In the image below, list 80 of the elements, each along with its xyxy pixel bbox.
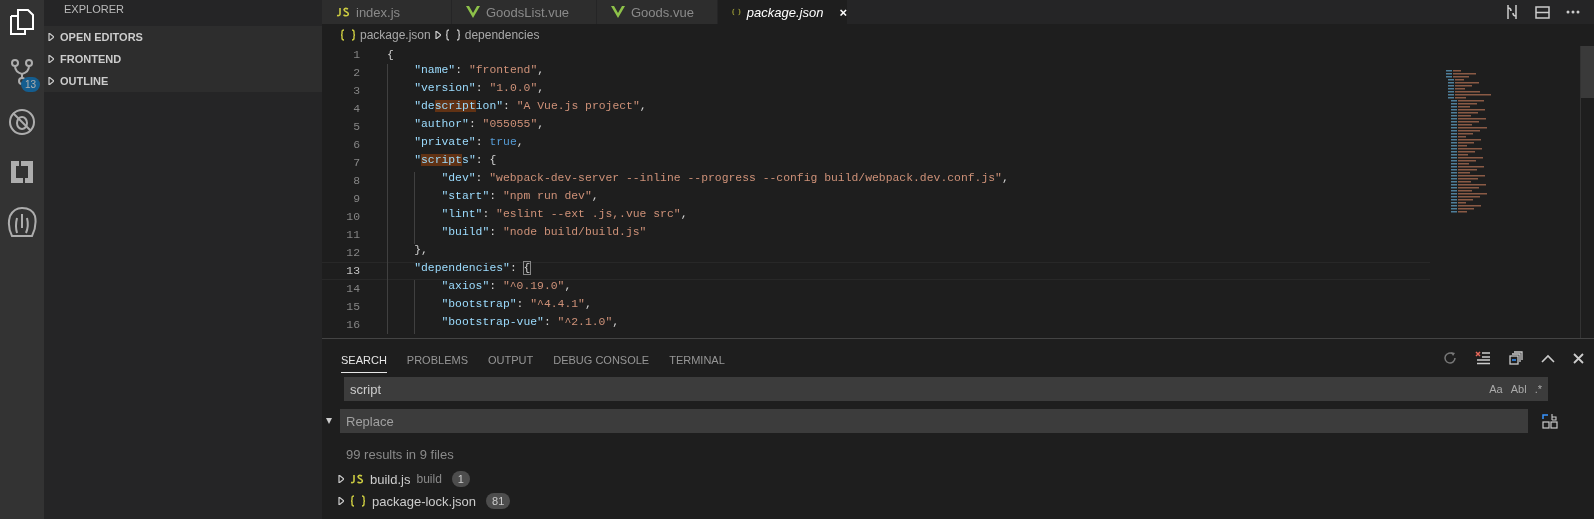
count-badge: 13 [20, 77, 40, 92]
code-line: "bootstrap": "^4.4.1", [441, 298, 592, 312]
code-line: "start": "npm run dev", [441, 190, 599, 204]
line-number: 15 [345, 301, 360, 313]
count-badge: 1 [451, 471, 470, 487]
count-badge: 81 [486, 493, 511, 509]
search-option[interactable]: Abl [1510, 383, 1527, 395]
code-line: "description": "A Vue.js project", [414, 100, 647, 114]
line-number: 3 [352, 85, 360, 97]
line-number: 4 [352, 103, 360, 115]
code-line: "bootstrap-vue": "^2.1.0", [441, 316, 620, 330]
breadcrumb-item[interactable]: dependencies [464, 28, 540, 42]
search-option[interactable]: Aa [1489, 383, 1503, 395]
section-header[interactable]: FRONTEND [60, 53, 122, 65]
line-number: 5 [352, 121, 360, 133]
line-number: 6 [352, 139, 360, 151]
panel-tab[interactable]: TERMINAL [669, 343, 725, 373]
braces-icon [340, 29, 356, 41]
line-number: 8 [352, 175, 360, 187]
editor-tab[interactable]: package.json × [718, 0, 848, 24]
replace-all-icon[interactable] [1542, 413, 1558, 429]
braces-icon [350, 495, 366, 507]
panel-tab[interactable]: DEBUG CONSOLE [553, 343, 650, 373]
collapse-all-icon[interactable] [1509, 351, 1523, 365]
code-line: "private": true, [414, 136, 524, 150]
debug-icon[interactable] [8, 108, 36, 136]
code-line: "version": "1.0.0", [414, 82, 545, 96]
line-number: 9 [352, 193, 360, 205]
line-number: 14 [345, 283, 360, 295]
result-folder: build [416, 472, 442, 486]
sidebar-title: EXPLORER [63, 2, 125, 17]
refresh-icon[interactable] [1443, 351, 1457, 365]
editor-tab[interactable]: index.js [322, 0, 452, 24]
chevron-up-icon[interactable] [1541, 353, 1555, 363]
vue-file-icon [611, 6, 625, 18]
results-summary: 99 results in 9 files [345, 446, 455, 464]
code-line: "dependencies": { [414, 262, 531, 276]
more-icon[interactable] [1566, 10, 1580, 14]
braces-icon [732, 6, 741, 18]
vue-file-icon [466, 6, 480, 18]
code-line: "build": "node build/build.js" [441, 226, 647, 240]
search-option[interactable]: .* [1534, 383, 1542, 395]
result-file[interactable]: build.js [370, 471, 411, 487]
code-line: "dev": "webpack-dev-server --inline --progress --config build/webpack.dev.conf.js", [441, 172, 1009, 186]
js-file-icon [350, 474, 364, 484]
close-icon[interactable] [1573, 352, 1584, 364]
line-number: 2 [352, 67, 360, 79]
line-number: 13 [345, 265, 360, 277]
extensions-icon[interactable] [10, 160, 34, 184]
panel-tab[interactable]: SEARCH [341, 343, 387, 373]
code-line: "name": "frontend", [414, 64, 545, 78]
code-line: "scripts": { [414, 154, 497, 168]
section-header[interactable]: OPEN EDITORS [60, 31, 143, 43]
line-number: 16 [345, 319, 360, 331]
result-file[interactable]: package-lock.json [372, 493, 477, 509]
chevron-icon [434, 31, 441, 39]
line-number: 10 [345, 211, 360, 223]
line-number: 1 [352, 49, 360, 61]
close-icon[interactable]: × [839, 4, 847, 20]
code-line: "author": "055055", [414, 118, 545, 132]
code-line: }, [414, 244, 428, 258]
editor-tab[interactable]: Goods.vue [597, 0, 718, 24]
breadcrumb-item[interactable]: package.json [360, 28, 431, 42]
code-line: { [387, 49, 394, 61]
panel-tab[interactable]: OUTPUT [488, 343, 534, 373]
line-number: 11 [345, 229, 360, 241]
braces-icon [444, 29, 461, 41]
replace-field[interactable]: Replace [340, 409, 1528, 433]
js-file-icon [336, 7, 350, 17]
compare-icon[interactable] [1505, 4, 1519, 20]
line-number: 7 [352, 157, 360, 169]
code-line: "axios": "^0.19.0", [441, 280, 572, 294]
line-number: 12 [345, 247, 360, 259]
code-line: "lint": "eslint --ext .js,.vue src", [441, 208, 688, 222]
split-editor-icon[interactable] [1535, 5, 1550, 19]
panel-tab[interactable]: PROBLEMS [406, 343, 468, 373]
files-icon[interactable] [10, 9, 34, 35]
editor-tab[interactable]: GoodsList.vue [452, 0, 597, 24]
clear-results-icon[interactable] [1475, 351, 1491, 365]
section-header[interactable]: OUTLINE [60, 75, 109, 87]
